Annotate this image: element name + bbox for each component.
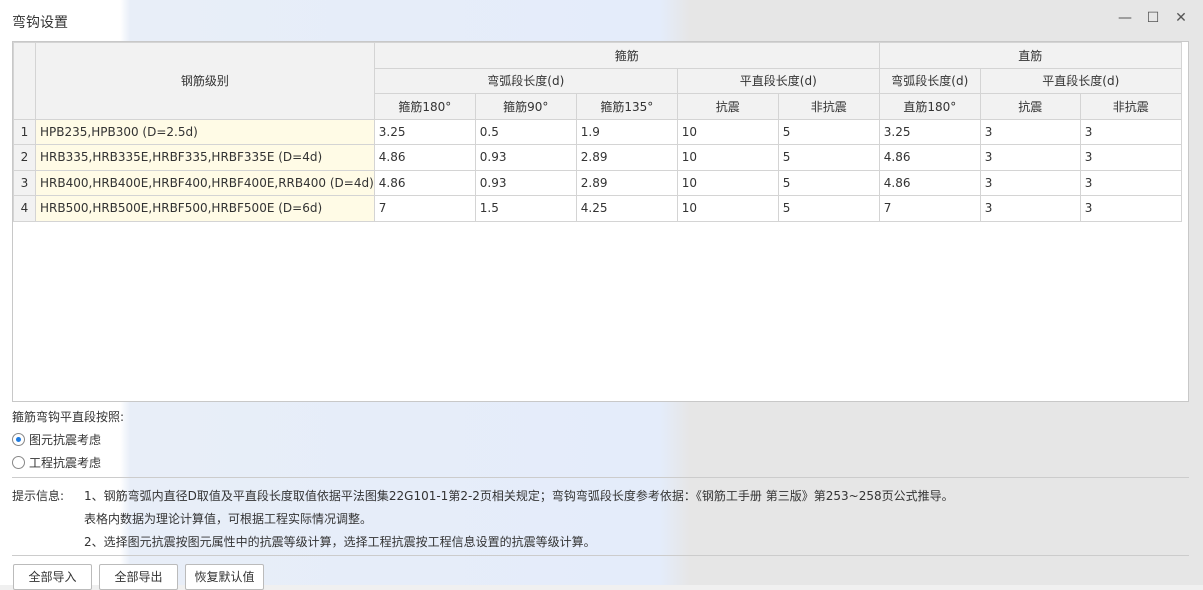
table-row[interactable]: 2 HRB335,HRB335E,HRBF335,HRBF335E (D=4d) 4… <box>13 144 1182 171</box>
subheader-1: 箍筋90° <box>474 93 577 120</box>
radio-project-seismic[interactable]: 工程抗震考虑 <box>12 454 101 471</box>
restore-defaults-button[interactable]: 恢复默认值 <box>185 564 264 590</box>
header-flat-length: 平直段长度(d) <box>676 67 880 94</box>
minimize-icon[interactable]: — <box>1114 10 1136 30</box>
radio-label: 工程抗震考虑 <box>29 456 102 470</box>
tip-line-2: 表格内数据为理论计算值，可根据工程实际情况调整。 <box>84 512 373 526</box>
title-bar: 弯钩设置 — ☐ ✕ <box>0 0 1203 42</box>
tip-line-3: 2、选择图元抗震按图元属性中的抗震等级计算，选择工程抗震按工程信息设置的抗震等级… <box>84 535 596 549</box>
row-number[interactable]: 4 <box>13 195 36 222</box>
value-cell[interactable]: 3 <box>979 169 1081 196</box>
value-cell[interactable]: 0.93 <box>474 169 577 196</box>
value-cell[interactable]: 2.89 <box>575 169 678 196</box>
radio-label: 图元抗震考虑 <box>29 433 102 447</box>
subheader-0: 箍筋180° <box>373 93 476 120</box>
export-all-button[interactable]: 全部导出 <box>99 564 178 590</box>
header-straight: 直筋 <box>878 42 1182 69</box>
value-cell[interactable]: 5 <box>777 144 880 171</box>
header-flat-length-straight: 平直段长度(d) <box>979 67 1182 94</box>
radio-unchecked-icon[interactable] <box>12 456 25 469</box>
value-cell[interactable]: 3 <box>979 144 1081 171</box>
value-cell[interactable]: 5 <box>777 169 880 196</box>
value-cell[interactable]: 5 <box>777 118 880 145</box>
value-cell[interactable]: 4.86 <box>878 169 981 196</box>
value-cell[interactable]: 4.86 <box>373 144 476 171</box>
value-cell[interactable]: 3.25 <box>878 118 981 145</box>
header-arc-length: 弯弧段长度(d) <box>373 67 678 94</box>
value-cell[interactable]: 3 <box>1079 144 1182 171</box>
value-cell[interactable]: 10 <box>676 195 779 222</box>
value-cell[interactable]: 5 <box>777 195 880 222</box>
row-number[interactable]: 3 <box>13 169 36 196</box>
value-cell[interactable]: 3 <box>979 195 1081 222</box>
value-cell[interactable]: 4.86 <box>373 169 476 196</box>
table-row[interactable]: 1 HPB235,HPB300 (D=2.5d) 3.25 0.5 1.9 10 5 3.25… <box>13 118 1182 145</box>
hook-settings-grid: 钢筋级别 箍筋 直筋 弯弧段长度(d) 平直段长度(d) 弯弧段长度(d) 平直… <box>12 41 1189 402</box>
value-cell[interactable]: 7 <box>373 195 476 222</box>
header-grade: 钢筋级别 <box>35 42 375 120</box>
window-title: 弯钩设置 <box>12 15 68 31</box>
import-all-button[interactable]: 全部导入 <box>13 564 92 590</box>
value-cell[interactable]: 1.5 <box>474 195 577 222</box>
divider <box>12 555 1189 556</box>
radio-checked-icon[interactable] <box>12 433 25 446</box>
value-cell[interactable]: 3.25 <box>373 118 476 145</box>
value-cell[interactable]: 3 <box>1079 195 1182 222</box>
value-cell[interactable]: 4.25 <box>575 195 678 222</box>
value-cell[interactable]: 3 <box>1079 118 1182 145</box>
subheader-2: 箍筋135° <box>575 93 678 120</box>
subheader-7: 非抗震 <box>1079 93 1182 120</box>
value-cell[interactable]: 1.9 <box>575 118 678 145</box>
options-label: 箍筋弯钩平直段按照: <box>12 410 125 424</box>
row-number[interactable]: 2 <box>13 144 36 171</box>
row-number-header <box>13 42 36 120</box>
grade-cell[interactable]: HRB335,HRB335E,HRBF335,HRBF335E (D=4d) <box>35 144 375 171</box>
value-cell[interactable]: 10 <box>676 169 779 196</box>
tips-label: 提示信息: <box>12 489 65 503</box>
maximize-icon[interactable]: ☐ <box>1142 10 1164 30</box>
subheader-6: 抗震 <box>979 93 1081 120</box>
subheader-5: 直筋180° <box>878 93 981 120</box>
header-arc-length-straight: 弯弧段长度(d) <box>878 67 981 94</box>
value-cell[interactable]: 3 <box>979 118 1081 145</box>
grade-cell[interactable]: HPB235,HPB300 (D=2.5d) <box>35 118 375 145</box>
value-cell[interactable]: 10 <box>676 118 779 145</box>
value-cell[interactable]: 7 <box>878 195 981 222</box>
table-row[interactable]: 3 HRB400,HRB400E,HRBF400,HRBF400E,RRB400 … <box>13 169 1182 196</box>
value-cell[interactable]: 10 <box>676 144 779 171</box>
tip-line-1: 1、钢筋弯弧内直径D取值及平直段长度取值依据平法图集22G101-1第2-2页相… <box>84 489 954 503</box>
header-stirrup: 箍筋 <box>373 42 880 69</box>
close-icon[interactable]: ✕ <box>1170 10 1192 30</box>
grade-cell[interactable]: HRB500,HRB500E,HRBF500,HRBF500E (D=6d) <box>35 195 375 222</box>
value-cell[interactable]: 0.93 <box>474 144 577 171</box>
subheader-4: 非抗震 <box>777 93 880 120</box>
table-row[interactable]: 4 HRB500,HRB500E,HRBF500,HRBF500E (D=6d) 7… <box>13 195 1182 222</box>
value-cell[interactable]: 2.89 <box>575 144 678 171</box>
value-cell[interactable]: 4.86 <box>878 144 981 171</box>
grade-cell[interactable]: HRB400,HRB400E,HRBF400,HRBF400E,RRB400 (… <box>35 169 375 196</box>
divider <box>12 477 1189 478</box>
value-cell[interactable]: 0.5 <box>474 118 577 145</box>
row-number[interactable]: 1 <box>13 118 36 145</box>
subheader-3: 抗震 <box>676 93 779 120</box>
radio-element-seismic[interactable]: 图元抗震考虑 <box>12 431 101 448</box>
value-cell[interactable]: 3 <box>1079 169 1182 196</box>
